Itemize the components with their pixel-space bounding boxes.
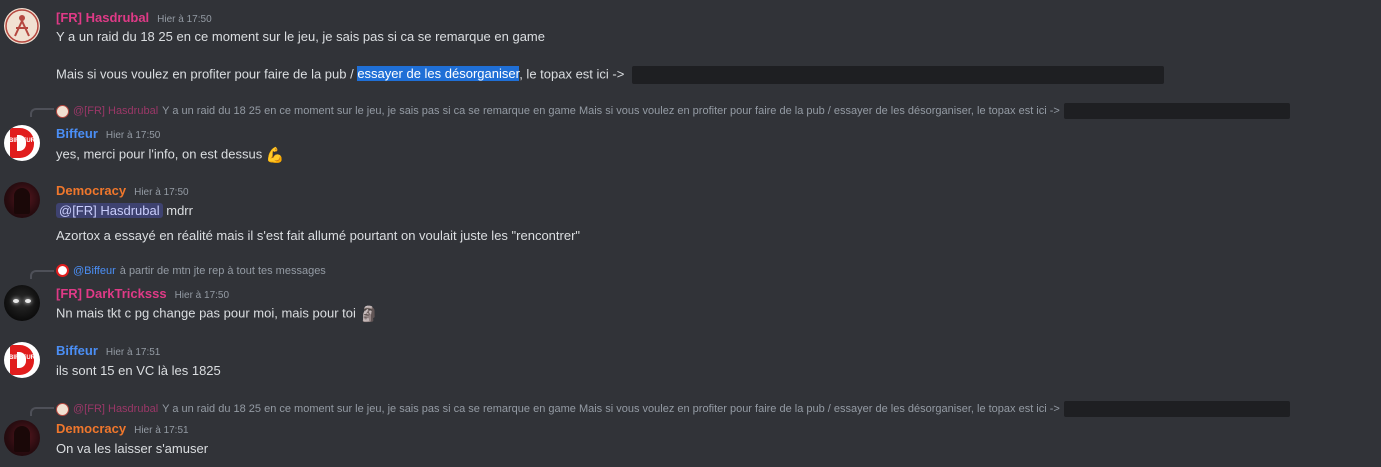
message-text: Nn mais tkt c pg change pas pour moi, ma… [56,305,378,323]
message-text-part: Mais si vous voulez en profiter pour fai… [56,66,358,82]
moai-icon: 🗿 [359,306,379,323]
timestamp: Hier à 17:51 [134,425,189,436]
avatar-democracy[interactable] [4,420,40,456]
reply-text: à partir de mtn jte rep à tout tes messa… [119,264,326,277]
author-name[interactable]: [FR] Hasdrubal Hier à 17:50 [56,10,212,25]
message-text: ils sont 15 en VC là les 1825 [56,363,221,378]
author-label[interactable]: [FR] DarkTricksss [56,286,167,301]
reply-preview[interactable]: @[FR] Hasdrubal Y a un raid du 18 25 en … [56,103,1290,119]
reply-avatar [56,104,69,118]
reply-author[interactable]: @Biffeur [73,265,116,277]
user-mention[interactable]: @[FR] Hasdrubal [56,203,163,218]
author-label[interactable]: [FR] Hasdrubal [56,10,149,25]
message-text-part: mdrr [162,203,193,218]
reply-text: Y a un raid du 18 25 en ce moment sur le… [162,105,1060,117]
reply-author[interactable]: @[FR] Hasdrubal [73,403,158,415]
author-label[interactable]: Biffeur [56,343,98,358]
flexed-biceps-icon: 💪 [265,147,285,164]
author-name[interactable]: Democracy Hier à 17:51 [56,421,189,436]
message-text-line2: Mais si vous voulez en profiter pour fai… [56,66,1164,84]
reply-preview[interactable]: @[FR] Hasdrubal Y a un raid du 18 25 en … [56,401,1290,417]
avatar-biffeur[interactable]: BIFFEUR [4,125,40,161]
avatar-biffeur[interactable]: BIFFEUR [4,342,40,378]
reply-avatar [56,264,69,277]
message-text: Y a un raid du 18 25 en ce moment sur le… [56,29,545,44]
message-text: yes, merci pour l'info, on est dessus 💪 [56,146,285,164]
reply-text: Y a un raid du 18 25 en ce moment sur le… [162,403,1060,415]
author-name[interactable]: [FR] DarkTricksss Hier à 17:50 [56,286,229,301]
reply-avatar [56,402,69,416]
redacted-link [631,66,1164,84]
reply-spine [30,270,54,279]
reply-author[interactable]: @[FR] Hasdrubal [73,105,158,117]
avatar-democracy[interactable] [4,182,40,218]
message-text-line2: Azortox a essayé en réalité mais il s'es… [56,228,581,243]
message-text-part: Nn mais tkt c pg change pas pour moi, ma… [56,305,356,321]
timestamp: Hier à 17:50 [174,290,230,301]
avatar-label: BIFFEUR [9,138,35,144]
timestamp: Hier à 17:50 [157,14,212,25]
reply-preview[interactable]: @Biffeur à partir de mtn jte rep à tout … [56,264,326,277]
message-text: @[FR] Hasdrubal mdrr [56,203,193,218]
timestamp: Hier à 17:50 [105,130,161,141]
timestamp: Hier à 17:51 [105,347,161,358]
author-label[interactable]: Democracy [56,183,126,198]
avatar-hasdrubal[interactable] [4,8,40,44]
message-text-part: , le topax est ici -> [519,66,625,82]
reply-spine [30,407,54,416]
message-text-part: yes, merci pour l'info, on est dessus [56,146,263,162]
author-name[interactable]: Biffeur Hier à 17:51 [56,343,160,358]
redacted-link [1063,401,1290,417]
message-text: On va les laisser s'amuser [56,441,209,456]
redacted-link [1063,103,1290,119]
avatar-label: BIFFEUR [9,355,35,361]
reply-spine [30,108,54,117]
author-name[interactable]: Biffeur Hier à 17:50 [56,126,160,141]
author-name[interactable]: Democracy Hier à 17:50 [56,183,189,198]
avatar-darktricksss[interactable] [4,285,40,321]
author-label[interactable]: Democracy [56,421,126,436]
author-label[interactable]: Biffeur [56,126,98,141]
timestamp: Hier à 17:50 [134,187,189,198]
selected-text: essayer de les désorganiser [357,66,520,82]
